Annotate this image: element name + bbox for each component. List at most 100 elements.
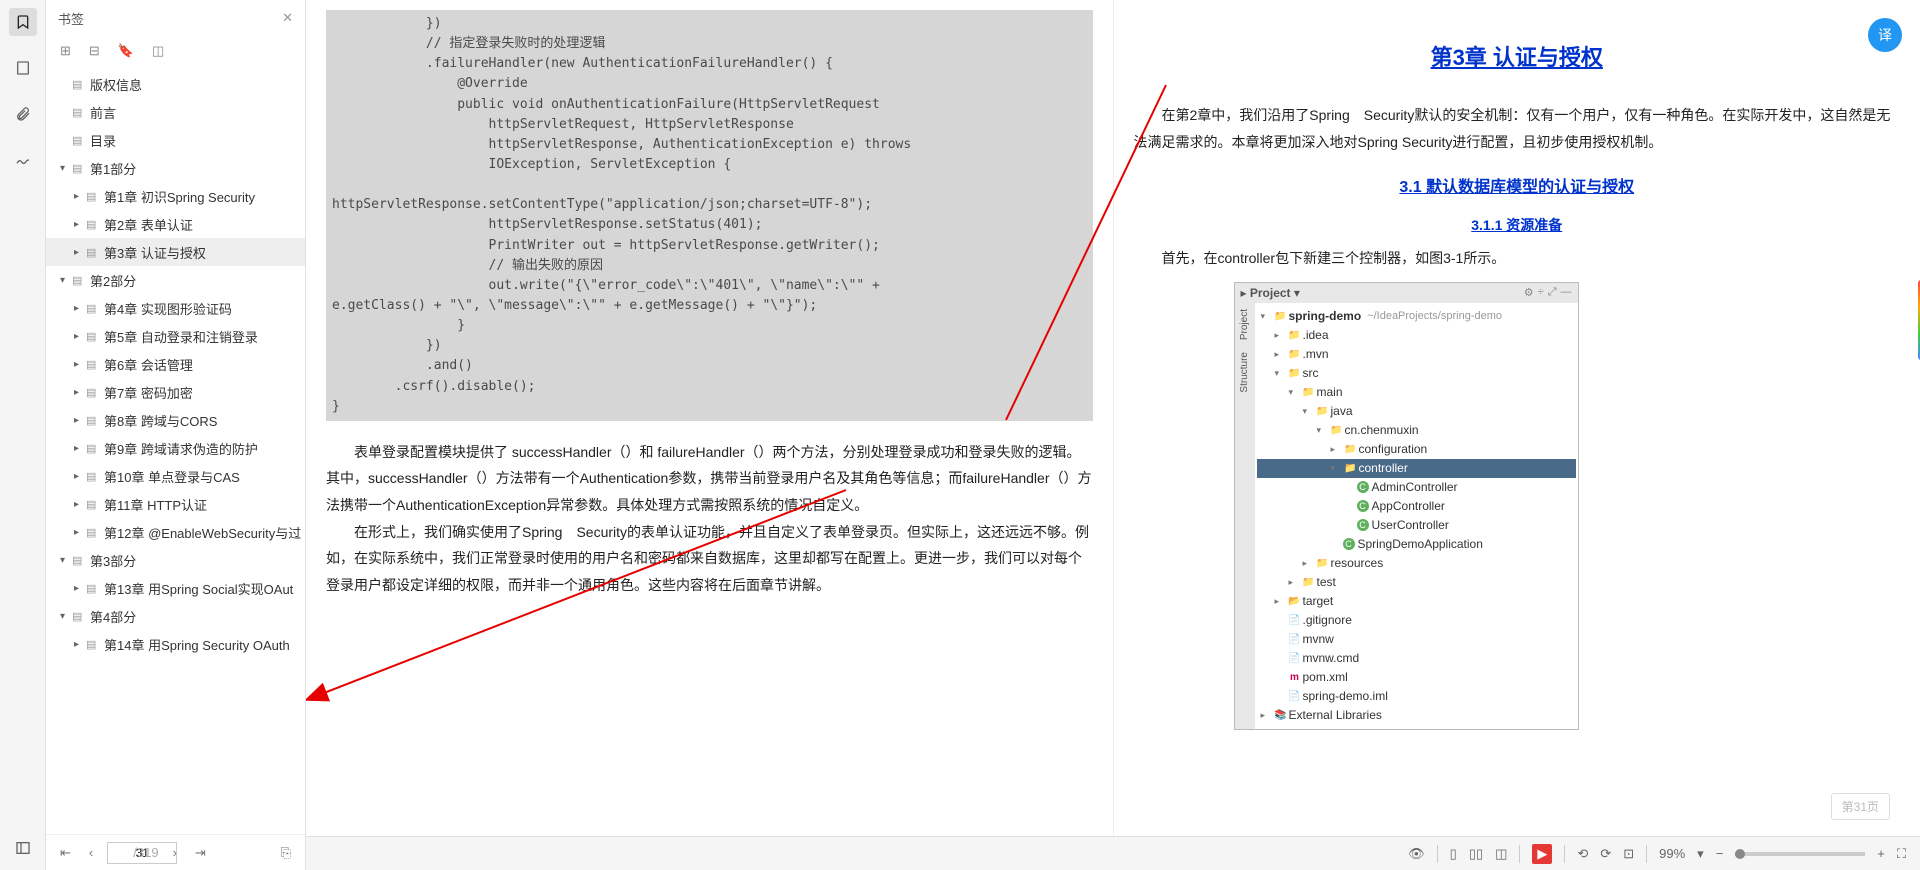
ide-item-label: .gitignore xyxy=(1303,613,1352,627)
ide-tree-row[interactable]: ▸📚External Libraries xyxy=(1257,706,1576,725)
ide-tree-row[interactable]: ▸📁.idea xyxy=(1257,326,1576,345)
first-page-icon[interactable]: ⇤ xyxy=(56,845,75,861)
bookmark-item[interactable]: ▸▤第10章 单点登录与CAS xyxy=(46,462,305,490)
page-icon: ▤ xyxy=(86,470,102,483)
close-icon[interactable]: ✕ xyxy=(282,10,293,26)
bookmark-item[interactable]: ▸▤第1章 初识Spring Security xyxy=(46,182,305,210)
add-bookmark-icon[interactable]: 🔖 xyxy=(118,43,134,59)
rotate-left-icon[interactable]: ⟲ xyxy=(1577,846,1588,862)
bookmark-item[interactable]: ▸▤第5章 自动登录和注销登录 xyxy=(46,322,305,350)
bookmark-label: 第3章 认证与授权 xyxy=(102,243,206,262)
bookmark-item[interactable]: ▾▤第4部分 xyxy=(46,602,305,630)
bookmark-outline-icon[interactable]: ◫ xyxy=(152,43,164,59)
bookmark-item[interactable]: ▤前言 xyxy=(46,98,305,126)
bookmark-item[interactable]: ▸▤第7章 密码加密 xyxy=(46,378,305,406)
bookmark-item[interactable]: ▸▤第9章 跨域请求伪造的防护 xyxy=(46,434,305,462)
bookmark-item[interactable]: ▸▤第6章 会话管理 xyxy=(46,350,305,378)
toggle-panel-icon[interactable] xyxy=(9,834,37,862)
caret-icon: ▾ xyxy=(60,163,72,174)
bookmark-item[interactable]: ▸▤第8章 跨域与CORS xyxy=(46,406,305,434)
ide-tree-row[interactable]: ▸📁resources xyxy=(1257,554,1576,573)
ide-tree-row[interactable]: 📄.gitignore xyxy=(1257,611,1576,630)
signature-icon[interactable] xyxy=(9,146,37,174)
ide-item-label: External Libraries xyxy=(1289,708,1382,722)
last-page-icon[interactable]: ⇥ xyxy=(191,845,210,861)
bookmark-label: 第10章 单点登录与CAS xyxy=(102,467,240,486)
eye-icon[interactable]: 👁 xyxy=(1408,846,1425,862)
bookmark-label: 第14章 用Spring Security OAuth xyxy=(102,635,290,654)
ide-tree-row[interactable]: CSpringDemoApplication xyxy=(1257,535,1576,554)
zoom-slider[interactable] xyxy=(1735,852,1865,856)
bookmark-item[interactable]: ▾▤第3部分 xyxy=(46,546,305,574)
page-input[interactable] xyxy=(107,842,177,864)
bookmark-item[interactable]: ▸▤第3章 认证与授权 xyxy=(46,238,305,266)
continuous-icon[interactable]: ▯▯ xyxy=(1469,846,1483,862)
ide-tree-row[interactable]: ▾📁spring-demo~/IdeaProjects/spring-demo xyxy=(1257,307,1576,326)
attachment-icon[interactable] xyxy=(9,100,37,128)
page-icon: ▤ xyxy=(72,134,88,147)
ide-tree-row[interactable]: 📄mvnw xyxy=(1257,630,1576,649)
ide-tree-row[interactable]: CAppController xyxy=(1257,497,1576,516)
collapse-all-icon[interactable]: ⊟ xyxy=(89,43,100,59)
ide-tree-row[interactable]: ▸📁test xyxy=(1257,573,1576,592)
ide-item-label: resources xyxy=(1331,556,1384,570)
bookmark-item[interactable]: ▸▤第2章 表单认证 xyxy=(46,210,305,238)
ide-tree-row[interactable]: ▸📁.mvn xyxy=(1257,345,1576,364)
assistant-floating-button[interactable]: 译 xyxy=(1868,18,1902,52)
goto-icon[interactable]: ⎘ xyxy=(277,845,295,861)
zoom-out-icon[interactable]: − xyxy=(1716,846,1724,861)
single-page-icon[interactable]: ▯ xyxy=(1450,846,1457,862)
ide-tree-row[interactable]: ▾📁main xyxy=(1257,383,1576,402)
bookmark-item[interactable]: ▸▤第14章 用Spring Security OAuth xyxy=(46,630,305,658)
bookmark-item[interactable]: ▤版权信息 xyxy=(46,70,305,98)
ide-tab-project[interactable]: Project xyxy=(1239,303,1250,346)
ide-item-label: src xyxy=(1303,366,1319,380)
page-icon: ▤ xyxy=(86,582,102,595)
right-page: 译 第3章 认证与授权 在第2章中，我们沿用了Spring Security默认… xyxy=(1114,0,1920,870)
ide-tree-row[interactable]: 📄mvnw.cmd xyxy=(1257,649,1576,668)
paragraph-1: 表单登录配置模块提供了 successHandler（）和 failureHan… xyxy=(326,439,1093,519)
ide-tree-row[interactable]: mpom.xml xyxy=(1257,668,1576,687)
bookmark-item[interactable]: ▸▤第13章 用Spring Social实现OAut xyxy=(46,574,305,602)
fit-icon[interactable]: ⊡ xyxy=(1623,846,1634,862)
ide-tree-row[interactable]: CUserController xyxy=(1257,516,1576,535)
bookmark-item[interactable]: ▸▤第12章 @EnableWebSecurity与过 xyxy=(46,518,305,546)
caret-icon: ▸ xyxy=(74,471,86,482)
expand-all-icon[interactable]: ⊞ xyxy=(60,43,71,59)
zoom-in-icon[interactable]: + xyxy=(1877,846,1885,861)
bookmark-panel-icon[interactable] xyxy=(9,8,37,36)
page-panel-icon[interactable] xyxy=(9,54,37,82)
ide-tab-structure[interactable]: Structure xyxy=(1239,346,1250,399)
ide-item-label: configuration xyxy=(1359,442,1428,456)
bookmark-item[interactable]: ▸▤第11章 HTTP认证 xyxy=(46,490,305,518)
bookmark-label: 第2部分 xyxy=(88,271,136,290)
ide-tree-row[interactable]: 📄spring-demo.iml xyxy=(1257,687,1576,706)
class-icon: C xyxy=(1357,519,1369,531)
caret-icon: ▸ xyxy=(74,247,86,258)
ide-tree-row[interactable]: CAdminController xyxy=(1257,478,1576,497)
bookmark-item[interactable]: ▤目录 xyxy=(46,126,305,154)
ide-item-label: pom.xml xyxy=(1303,670,1348,684)
bookmark-item[interactable]: ▾▤第2部分 xyxy=(46,266,305,294)
presentation-icon[interactable]: ▶ xyxy=(1532,844,1552,864)
bookmark-label: 第4章 实现图形验证码 xyxy=(102,299,232,318)
rotate-right-icon[interactable]: ⟳ xyxy=(1600,846,1611,862)
ide-tree-row[interactable]: ▾📁src xyxy=(1257,364,1576,383)
bookmark-item[interactable]: ▾▤第1部分 xyxy=(46,154,305,182)
zoom-dropdown-icon[interactable]: ▾ xyxy=(1697,846,1704,862)
two-page-icon[interactable]: ◫ xyxy=(1495,846,1507,862)
folder-icon: 📁 xyxy=(1301,577,1317,588)
ide-tree-row[interactable]: ▾📁cn.chenmuxin xyxy=(1257,421,1576,440)
ide-tree-row[interactable]: ▾📁java xyxy=(1257,402,1576,421)
class-icon: C xyxy=(1343,538,1355,550)
folder-icon: 📁 xyxy=(1301,387,1317,398)
folder-icon: 📁 xyxy=(1287,349,1303,360)
prev-page-icon[interactable]: ‹ xyxy=(85,845,97,860)
paragraph-2: 在形式上，我们确实使用了Spring Security的表单认证功能，并且自定义… xyxy=(326,519,1093,599)
bookmark-item[interactable]: ▸▤第4章 实现图形验证码 xyxy=(46,294,305,322)
fullscreen-icon[interactable]: ⛶ xyxy=(1897,846,1906,862)
ide-tree-row[interactable]: ▾📁controller xyxy=(1257,459,1576,478)
ide-tree-row[interactable]: ▸📂target xyxy=(1257,592,1576,611)
next-page-icon[interactable]: › xyxy=(169,845,181,860)
ide-tree-row[interactable]: ▸📁configuration xyxy=(1257,440,1576,459)
